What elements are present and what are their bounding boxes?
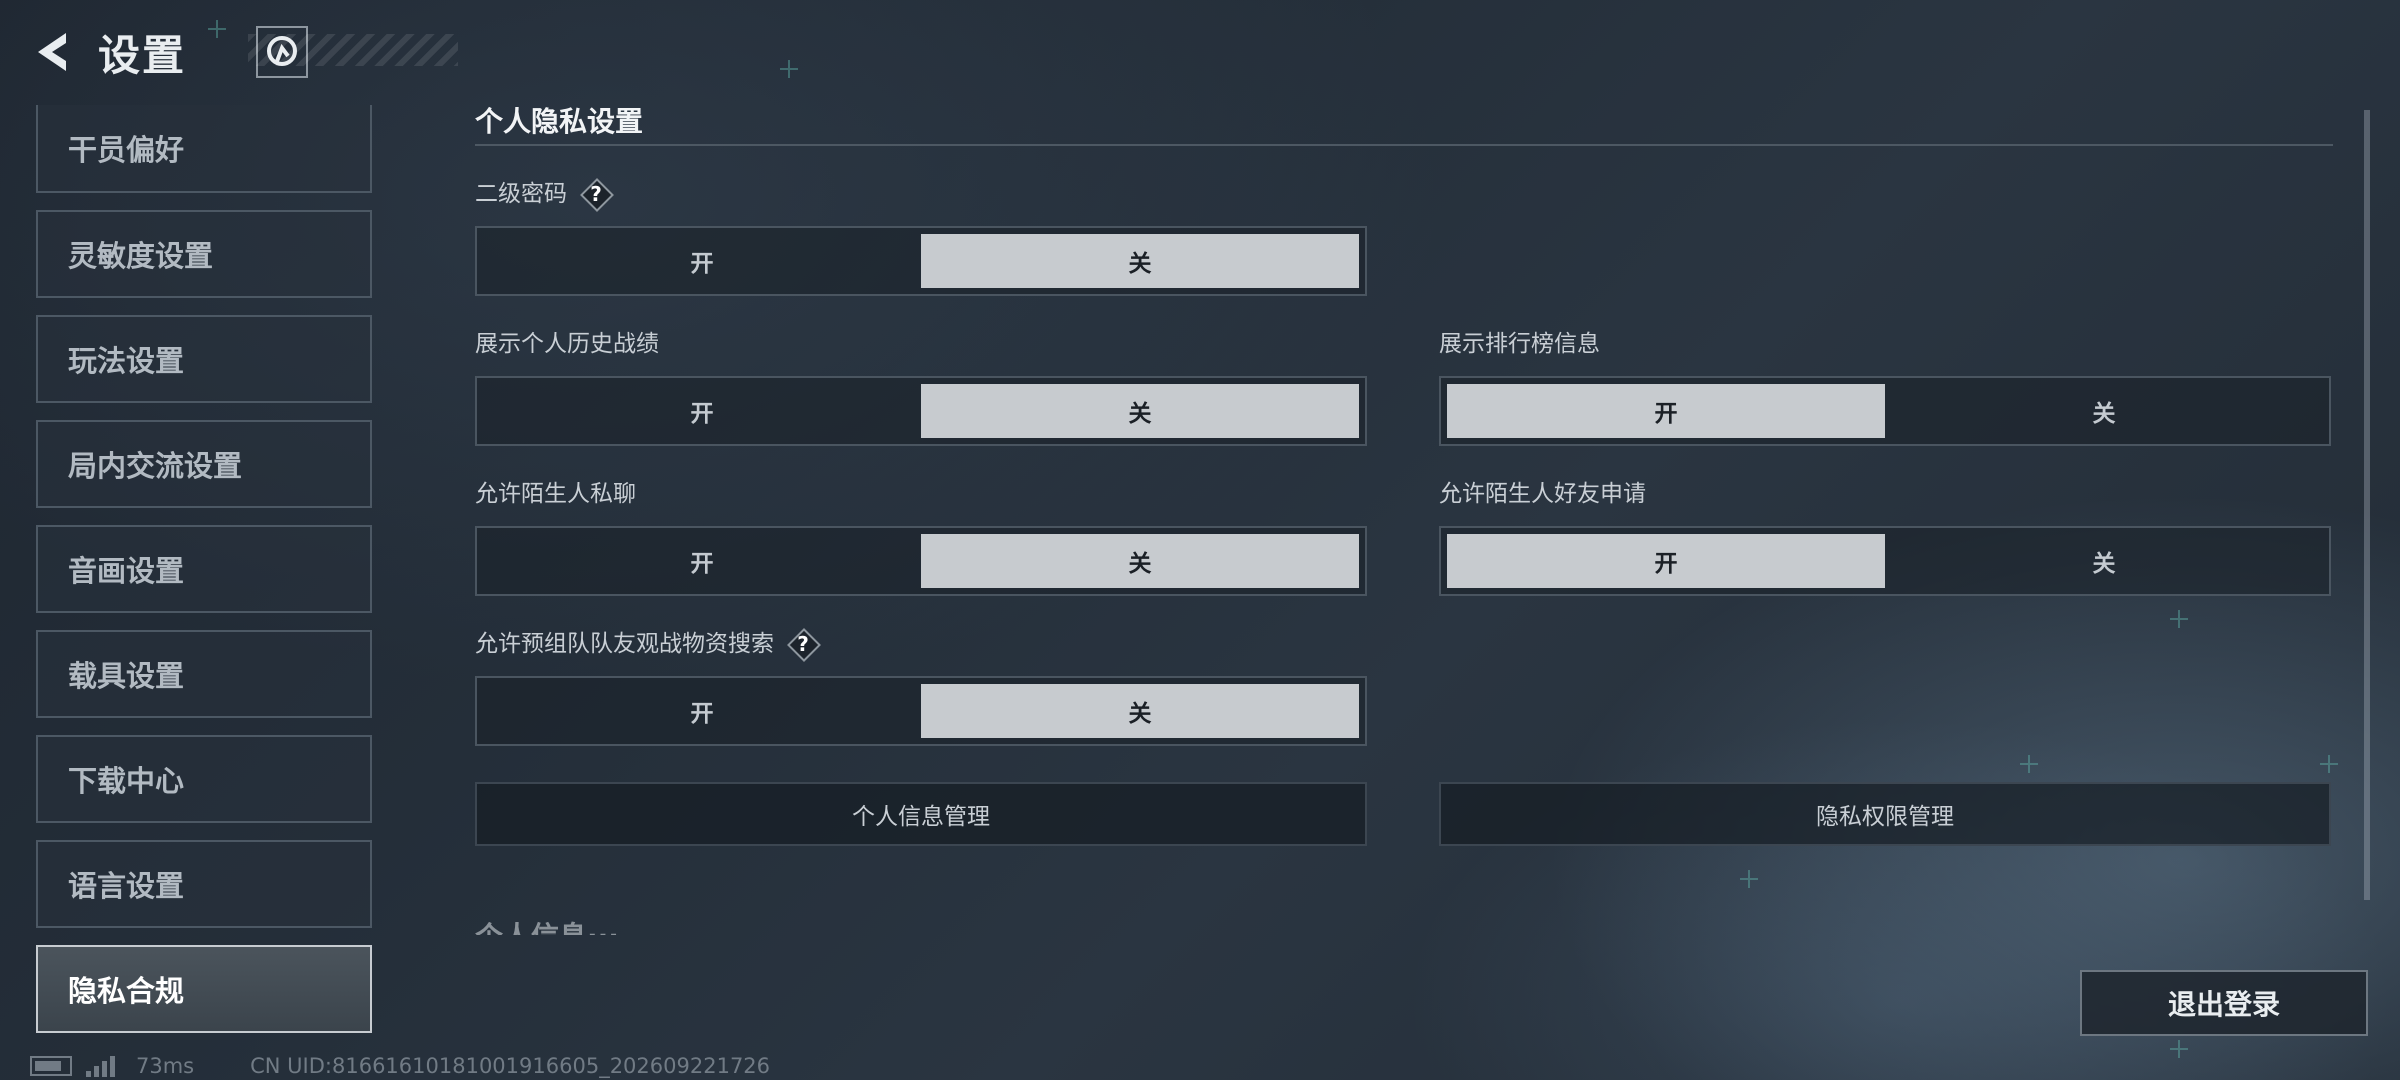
setting-label: 允许陌生人好友申请 [1439, 481, 1646, 507]
sidebar-item-label: 音画设置 [68, 554, 185, 588]
setting-label: 二级密码 [475, 181, 567, 207]
help-icon[interactable]: ? [788, 629, 818, 659]
game-logo-icon [267, 36, 298, 66]
sidebar-item-vehicle[interactable]: 载具设置 [36, 630, 372, 718]
signal-icon [86, 1055, 118, 1077]
setting-stranger-friend-request: 允许陌生人好友申请 开 关 [1439, 476, 2331, 596]
toggle-stranger-chat: 开 关 [475, 526, 1367, 596]
sidebar-item-label: 局内交流设置 [68, 449, 243, 483]
sidebar-item-label: 隐私合规 [68, 974, 185, 1008]
game-logo [248, 26, 459, 78]
toggle-on-option[interactable]: 开 [1447, 534, 1885, 588]
section-divider [475, 144, 2333, 146]
content-scrollbar[interactable] [2364, 110, 2370, 900]
setting-secondary-password: 二级密码 ? 开 关 [475, 176, 1367, 296]
sidebar-item-label: 载具设置 [68, 659, 185, 693]
privacy-settings-panel: 个人隐私设置 二级密码 ? 开 关 展示个人历史战绩 开 关 展示排行榜信息 开… [475, 100, 2335, 846]
setting-stranger-chat: 允许陌生人私聊 开 关 [475, 476, 1367, 596]
sidebar-item-operator-preference[interactable]: 干员偏好 [36, 105, 372, 193]
user-uid: CN UID:81661610181001916605_202609221726 [250, 1054, 771, 1078]
toggle-secondary-password: 开 关 [475, 226, 1367, 296]
page-header: 设置 [28, 22, 459, 82]
sidebar-item-label: 语言设置 [68, 869, 185, 903]
sidebar-item-language[interactable]: 语言设置 [36, 840, 372, 928]
decor-cross [2020, 755, 2038, 773]
decor-cross [2170, 1040, 2188, 1058]
setting-label: 展示排行榜信息 [1439, 331, 1600, 357]
sidebar-item-audio-video[interactable]: 音画设置 [36, 525, 372, 613]
toggle-off-option[interactable]: 关 [921, 534, 1359, 588]
settings-sidebar: 干员偏好 灵敏度设置 玩法设置 局内交流设置 音画设置 载具设置 下载中心 语言… [36, 105, 372, 1050]
page-title: 设置 [98, 30, 187, 80]
setting-show-leaderboard: 展示排行榜信息 开 关 [1439, 326, 2331, 446]
toggle-on-option[interactable]: 开 [483, 684, 921, 738]
logout-button[interactable]: 退出登录 [2080, 970, 2368, 1036]
privacy-permission-management-button[interactable]: 隐私权限管理 [1439, 782, 2331, 846]
decor-cross [1740, 870, 1758, 888]
toggle-on-option[interactable]: 开 [483, 534, 921, 588]
toggle-off-option[interactable]: 关 [921, 684, 1359, 738]
next-section-title-partial: 个人信息··· [475, 915, 619, 935]
sidebar-item-sensitivity[interactable]: 灵敏度设置 [36, 210, 372, 298]
help-icon[interactable]: ? [581, 179, 611, 209]
sidebar-item-label: 干员偏好 [68, 133, 185, 167]
sidebar-item-gameplay[interactable]: 玩法设置 [36, 315, 372, 403]
setting-show-history: 展示个人历史战绩 开 关 [475, 326, 1367, 446]
setting-team-loot-search: 允许预组队队友观战物资搜索 ? 开 关 [475, 626, 1367, 746]
toggle-on-option[interactable]: 开 [483, 234, 921, 288]
sidebar-item-in-game-communication[interactable]: 局内交流设置 [36, 420, 372, 508]
toggle-off-option[interactable]: 关 [921, 234, 1359, 288]
toggle-off-option[interactable]: 关 [1885, 384, 2323, 438]
toggle-show-history: 开 关 [475, 376, 1367, 446]
setting-label: 展示个人历史战绩 [475, 331, 659, 357]
setting-label: 允许陌生人私聊 [475, 481, 636, 507]
sidebar-item-label: 玩法设置 [68, 344, 185, 378]
back-arrow-icon [38, 33, 66, 71]
personal-info-management-button[interactable]: 个人信息管理 [475, 782, 1367, 846]
sidebar-item-label: 灵敏度设置 [68, 239, 214, 273]
decor-cross [780, 60, 798, 78]
toggle-on-option[interactable]: 开 [483, 384, 921, 438]
sidebar-item-download-center[interactable]: 下载中心 [36, 735, 372, 823]
sidebar-item-privacy-compliance[interactable]: 隐私合规 [36, 945, 372, 1033]
toggle-off-option[interactable]: 关 [921, 384, 1359, 438]
sidebar-item-label: 下载中心 [68, 764, 185, 798]
ping-value: 73ms [136, 1054, 195, 1078]
toggle-off-option[interactable]: 关 [1885, 534, 2323, 588]
setting-label: 允许预组队队友观战物资搜索 [475, 631, 774, 657]
status-footer: 73ms CN UID:81661610181001916605_2026092… [30, 1052, 770, 1080]
toggle-stranger-friend-request: 开 关 [1439, 526, 2331, 596]
decor-cross [2320, 755, 2338, 773]
decor-cross [2170, 610, 2188, 628]
back-button[interactable] [28, 24, 76, 80]
battery-icon [30, 1056, 72, 1076]
section-title: 个人隐私设置 [475, 105, 644, 138]
toggle-show-leaderboard: 开 关 [1439, 376, 2331, 446]
toggle-on-option[interactable]: 开 [1447, 384, 1885, 438]
toggle-team-loot-search: 开 关 [475, 676, 1367, 746]
